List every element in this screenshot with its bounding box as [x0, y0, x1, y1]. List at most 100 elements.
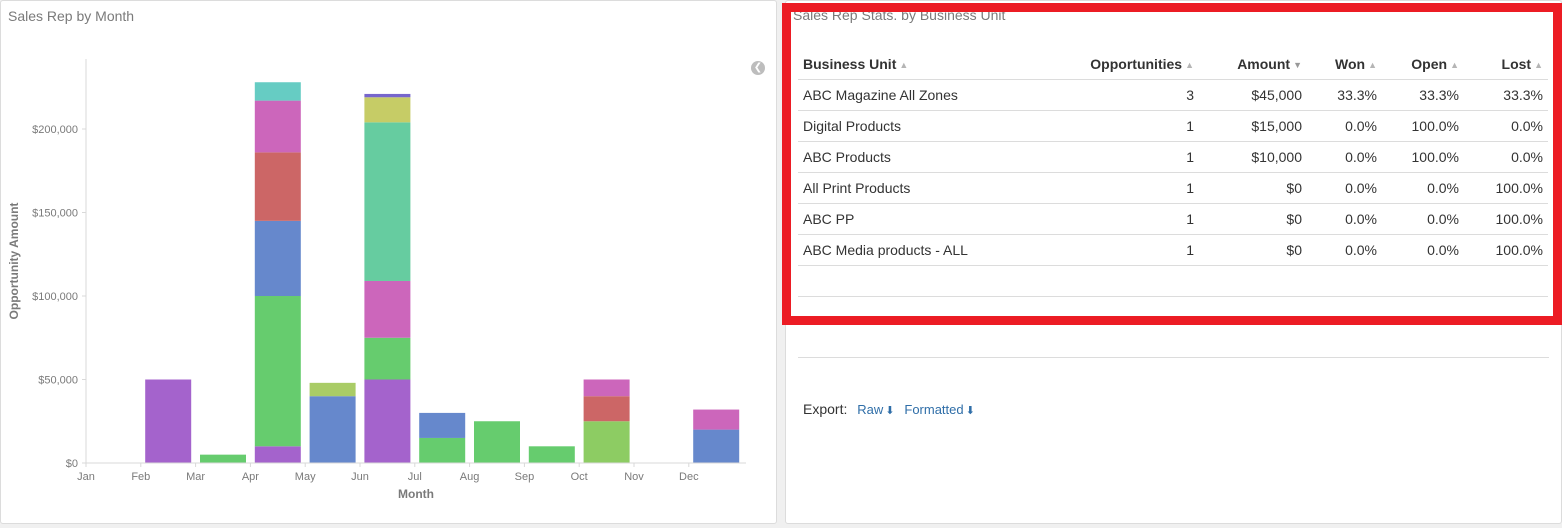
x-tick-label: Nov	[624, 471, 644, 483]
column-header-business-unit[interactable]: Business Unit ▲︎	[798, 48, 1039, 80]
cell-open: 0.0%	[1382, 172, 1464, 204]
column-header-label: Opportunities	[1090, 55, 1183, 72]
bar-segment[interactable]	[364, 97, 411, 123]
cell-lost: 0.0%	[1464, 141, 1548, 173]
bar-segment[interactable]	[254, 82, 301, 101]
cell-won: 0.0%	[1307, 234, 1382, 266]
bar-segment[interactable]	[145, 379, 192, 464]
bar-segment[interactable]	[583, 421, 630, 463]
column-header-won[interactable]: Won ▲	[1307, 48, 1382, 80]
x-axis-title: Month	[398, 487, 434, 501]
export-formatted-link[interactable]: Formatted ⬇	[904, 402, 974, 417]
x-tick-label: Dec	[679, 471, 699, 483]
bar-segment[interactable]	[254, 220, 301, 296]
x-tick-label: Jul	[408, 471, 422, 483]
column-header-label: Open	[1411, 55, 1448, 72]
cell-opportunities: 1	[1039, 110, 1199, 142]
table-row: ABC Products 1 $10,000 0.0% 100.0% 0.0%	[798, 141, 1548, 173]
cell-open: 100.0%	[1382, 110, 1464, 142]
bar-segment[interactable]	[474, 421, 520, 463]
cell-amount: $0	[1199, 203, 1307, 235]
y-tick-label: $50,000	[38, 375, 78, 387]
sort-icon: ▲	[1534, 59, 1543, 70]
column-header-amount[interactable]: Amount ▼	[1199, 48, 1307, 80]
bar-segment[interactable]	[254, 100, 301, 153]
y-tick-label: $100,000	[32, 291, 78, 303]
cell-business-unit: ABC Products	[798, 141, 1039, 173]
cell-opportunities: 1	[1039, 141, 1199, 173]
column-header-lost[interactable]: Lost ▲	[1464, 48, 1548, 80]
table-row: ABC Media products - ALL 1 $0 0.0% 0.0% …	[798, 234, 1548, 266]
x-tick-label: Jan	[77, 471, 95, 483]
table-row: All Print Products 1 $0 0.0% 0.0% 100.0%	[798, 172, 1548, 204]
cell-open: 100.0%	[1382, 141, 1464, 173]
sort-icon: ▲︎	[899, 59, 909, 70]
empty-cell	[798, 265, 1548, 297]
bar-segment[interactable]	[693, 409, 740, 430]
bar-segment[interactable]	[419, 412, 466, 438]
column-header-open[interactable]: Open ▲	[1382, 48, 1464, 80]
bar-segment[interactable]	[309, 382, 356, 397]
bar-segment[interactable]	[200, 454, 246, 463]
y-tick-label: $200,000	[32, 124, 78, 136]
export-raw-label: Raw	[857, 402, 884, 417]
sort-icon: ▲	[1185, 59, 1194, 70]
chart-panel: Sales Rep by Month $0 $50,000 $100,000 $150…	[0, 0, 777, 524]
divider	[798, 357, 1549, 358]
bar-segment[interactable]	[254, 446, 301, 463]
bar-segment[interactable]	[693, 429, 740, 463]
bar-segment[interactable]	[309, 396, 356, 463]
bar-segment[interactable]	[528, 446, 575, 463]
bar-segment[interactable]	[364, 93, 411, 98]
stacked-bar-chart: $0 $50,000 $100,000 $150,000 $200,000 Jan Feb M…	[7, 59, 746, 501]
export-label: Export:	[803, 401, 848, 417]
export-raw-link[interactable]: Raw ⬇	[857, 402, 894, 417]
x-tick-label: Apr	[242, 471, 259, 483]
y-tick-label: $150,000	[32, 208, 78, 220]
sort-desc-icon: ▼	[1293, 59, 1302, 70]
bar-segment[interactable]	[364, 122, 411, 281]
x-tick-label: Oct	[571, 471, 588, 483]
column-header-label: Amount	[1237, 55, 1291, 72]
download-icon: ⬇	[965, 405, 975, 417]
bar-segment[interactable]	[583, 379, 630, 397]
sort-icon: ▲	[1450, 59, 1459, 70]
cell-won: 0.0%	[1307, 110, 1382, 142]
table-row: Digital Products 1 $15,000 0.0% 100.0% 0…	[798, 110, 1548, 142]
bar-segment[interactable]	[364, 337, 411, 380]
cell-business-unit: All Print Products	[798, 172, 1039, 204]
cell-business-unit: Digital Products	[798, 110, 1039, 142]
x-tick-label: Feb	[131, 471, 150, 483]
cell-lost: 33.3%	[1464, 79, 1548, 111]
cell-lost: 100.0%	[1464, 172, 1548, 204]
cell-lost: 0.0%	[1464, 110, 1548, 142]
bar-segment[interactable]	[254, 152, 301, 221]
cell-won: 0.0%	[1307, 141, 1382, 173]
x-tick-label: Sep	[515, 471, 535, 483]
bar-segment[interactable]	[254, 296, 301, 447]
cell-amount: $0	[1199, 172, 1307, 204]
y-tick-label: $0	[66, 458, 78, 470]
x-tick-label: Aug	[460, 471, 480, 483]
bar-segment[interactable]	[364, 280, 411, 338]
cell-amount: $0	[1199, 234, 1307, 266]
chevron-left-circle-icon[interactable]: ❮	[751, 61, 765, 75]
table-header-row: Business Unit ▲︎ Opportunities ▲ Amount ▼ W…	[798, 48, 1548, 80]
export-formatted-label: Formatted	[904, 402, 964, 417]
cell-business-unit: ABC Magazine All Zones	[798, 79, 1039, 111]
bar-segment[interactable]	[583, 396, 630, 422]
y-axis-title: Opportunity Amount	[7, 203, 21, 320]
cell-open: 33.3%	[1382, 79, 1464, 111]
cell-open: 0.0%	[1382, 203, 1464, 235]
x-tick-label: Jun	[351, 471, 369, 483]
cell-business-unit: ABC PP	[798, 203, 1039, 235]
cell-won: 33.3%	[1307, 79, 1382, 111]
table-row: ABC Magazine All Zones 3 $45,000 33.3% 3…	[798, 79, 1548, 111]
table-empty-row	[798, 265, 1548, 297]
stats-panel-title: Sales Rep Stats. by Business Unit	[793, 7, 1006, 23]
column-header-label: Business Unit	[803, 55, 897, 72]
bar-segment[interactable]	[419, 437, 466, 463]
x-tick-label: May	[295, 471, 316, 483]
bar-segment[interactable]	[364, 379, 411, 464]
column-header-opportunities[interactable]: Opportunities ▲	[1039, 48, 1199, 80]
